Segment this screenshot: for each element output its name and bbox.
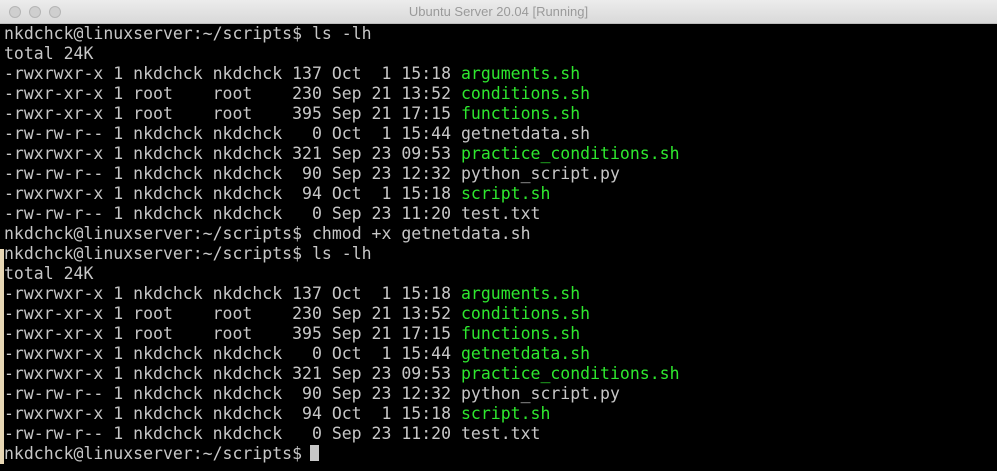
file-name: functions.sh xyxy=(460,104,581,123)
prompt-line[interactable]: nkdchck@linuxserver:~/scripts$ xyxy=(4,444,320,464)
file-meta: -rwxr-xr-x 1 root root 395 Sep 21 17:15 xyxy=(4,324,452,343)
listing-row: -rwxrwxr-x 1 nkdchck nkdchck 94 Oct 1 15… xyxy=(4,404,550,424)
prompt-line: nkdchck@linuxserver:~/scripts$ chmod +x … xyxy=(4,224,531,244)
prompt-line: nkdchck@linuxserver:~/scripts$ ls -lh xyxy=(4,244,372,264)
file-name: getnetdata.sh xyxy=(460,124,591,143)
file-meta: -rw-rw-r-- 1 nkdchck nkdchck 90 Sep 23 1… xyxy=(4,384,452,403)
file-meta: -rw-rw-r-- 1 nkdchck nkdchck 0 Sep 23 11… xyxy=(4,424,452,443)
prompt-line: nkdchck@linuxserver:~/scripts$ ls -lh xyxy=(4,24,372,44)
file-meta: -rw-rw-r-- 1 nkdchck nkdchck 0 Sep 23 11… xyxy=(4,204,452,223)
prompt: nkdchck@linuxserver:~/scripts$ xyxy=(4,224,303,243)
vm-window: Ubuntu Server 20.04 [Running] nkdchck@li… xyxy=(0,0,997,471)
file-name: python_script.py xyxy=(460,384,620,403)
prompt: nkdchck@linuxserver:~/scripts$ xyxy=(4,24,303,43)
prompt: nkdchck@linuxserver:~/scripts$ xyxy=(4,444,303,463)
file-meta: -rw-rw-r-- 1 nkdchck nkdchck 0 Oct 1 15:… xyxy=(4,124,452,143)
listing-row: -rwxr-xr-x 1 root root 230 Sep 21 13:52 … xyxy=(4,84,590,104)
file-name: test.txt xyxy=(460,204,541,223)
command-text: ls -lh xyxy=(311,244,372,263)
file-name: arguments.sh xyxy=(460,284,581,303)
listing-row: -rwxrwxr-x 1 nkdchck nkdchck 0 Oct 1 15:… xyxy=(4,344,590,364)
file-meta: -rwxr-xr-x 1 root root 395 Sep 21 17:15 xyxy=(4,104,452,123)
window-title: Ubuntu Server 20.04 [Running] xyxy=(408,4,589,19)
file-name: script.sh xyxy=(460,184,551,203)
title-bar[interactable]: Ubuntu Server 20.04 [Running] xyxy=(0,0,997,24)
file-meta: -rwxrwxr-x 1 nkdchck nkdchck 0 Oct 1 15:… xyxy=(4,344,452,363)
listing-row: -rwxr-xr-x 1 root root 395 Sep 21 17:15 … xyxy=(4,104,580,124)
file-meta: -rwxrwxr-x 1 nkdchck nkdchck 321 Sep 23 … xyxy=(4,144,452,163)
listing-row: -rw-rw-r-- 1 nkdchck nkdchck 0 Oct 1 15:… xyxy=(4,124,590,144)
terminal-screen[interactable]: nkdchck@linuxserver:~/scripts$ ls -lh to… xyxy=(0,24,997,471)
file-meta: -rwxrwxr-x 1 nkdchck nkdchck 137 Oct 1 1… xyxy=(4,64,452,83)
prompt: nkdchck@linuxserver:~/scripts$ xyxy=(4,244,303,263)
file-name: arguments.sh xyxy=(460,64,581,83)
listing-row: -rwxrwxr-x 1 nkdchck nkdchck 137 Oct 1 1… xyxy=(4,284,580,304)
file-meta: -rwxrwxr-x 1 nkdchck nkdchck 94 Oct 1 15… xyxy=(4,184,452,203)
file-name: conditions.sh xyxy=(460,304,591,323)
file-name: practice_conditions.sh xyxy=(460,144,680,163)
listing-row: -rw-rw-r-- 1 nkdchck nkdchck 90 Sep 23 1… xyxy=(4,164,620,184)
file-name: practice_conditions.sh xyxy=(460,364,680,383)
file-name: conditions.sh xyxy=(460,84,591,103)
listing-row: -rwxrwxr-x 1 nkdchck nkdchck 94 Oct 1 15… xyxy=(4,184,550,204)
listing-row: -rwxrwxr-x 1 nkdchck nkdchck 321 Sep 23 … xyxy=(4,144,680,164)
file-name: functions.sh xyxy=(460,324,581,343)
listing-row: -rwxr-xr-x 1 root root 395 Sep 21 17:15 … xyxy=(4,324,580,344)
file-meta: -rwxrwxr-x 1 nkdchck nkdchck 321 Sep 23 … xyxy=(4,364,452,383)
listing-row: -rwxrwxr-x 1 nkdchck nkdchck 321 Sep 23 … xyxy=(4,364,680,384)
command-text: ls -lh xyxy=(311,24,372,43)
listing-row: -rw-rw-r-- 1 nkdchck nkdchck 0 Sep 23 11… xyxy=(4,424,540,444)
file-meta: -rwxr-xr-x 1 root root 230 Sep 21 13:52 xyxy=(4,304,452,323)
file-meta: -rwxrwxr-x 1 nkdchck nkdchck 137 Oct 1 1… xyxy=(4,284,452,303)
file-meta: -rw-rw-r-- 1 nkdchck nkdchck 90 Sep 23 1… xyxy=(4,164,452,183)
listing-total: total 24K xyxy=(4,44,94,63)
file-name: python_script.py xyxy=(460,164,620,183)
file-name: getnetdata.sh xyxy=(460,344,591,363)
text-cursor xyxy=(310,445,320,461)
listing-row: -rwxrwxr-x 1 nkdchck nkdchck 137 Oct 1 1… xyxy=(4,64,580,84)
file-meta: -rwxrwxr-x 1 nkdchck nkdchck 94 Oct 1 15… xyxy=(4,404,452,423)
listing-row: -rwxr-xr-x 1 root root 230 Sep 21 13:52 … xyxy=(4,304,590,324)
file-name: test.txt xyxy=(460,424,541,443)
file-name: script.sh xyxy=(460,404,551,423)
file-meta: -rwxr-xr-x 1 root root 230 Sep 21 13:52 xyxy=(4,84,452,103)
command-text: chmod +x getnetdata.sh xyxy=(311,224,531,243)
listing-total: total 24K xyxy=(4,264,94,283)
listing-row: -rw-rw-r-- 1 nkdchck nkdchck 0 Sep 23 11… xyxy=(4,204,540,224)
listing-row: -rw-rw-r-- 1 nkdchck nkdchck 90 Sep 23 1… xyxy=(4,384,620,404)
